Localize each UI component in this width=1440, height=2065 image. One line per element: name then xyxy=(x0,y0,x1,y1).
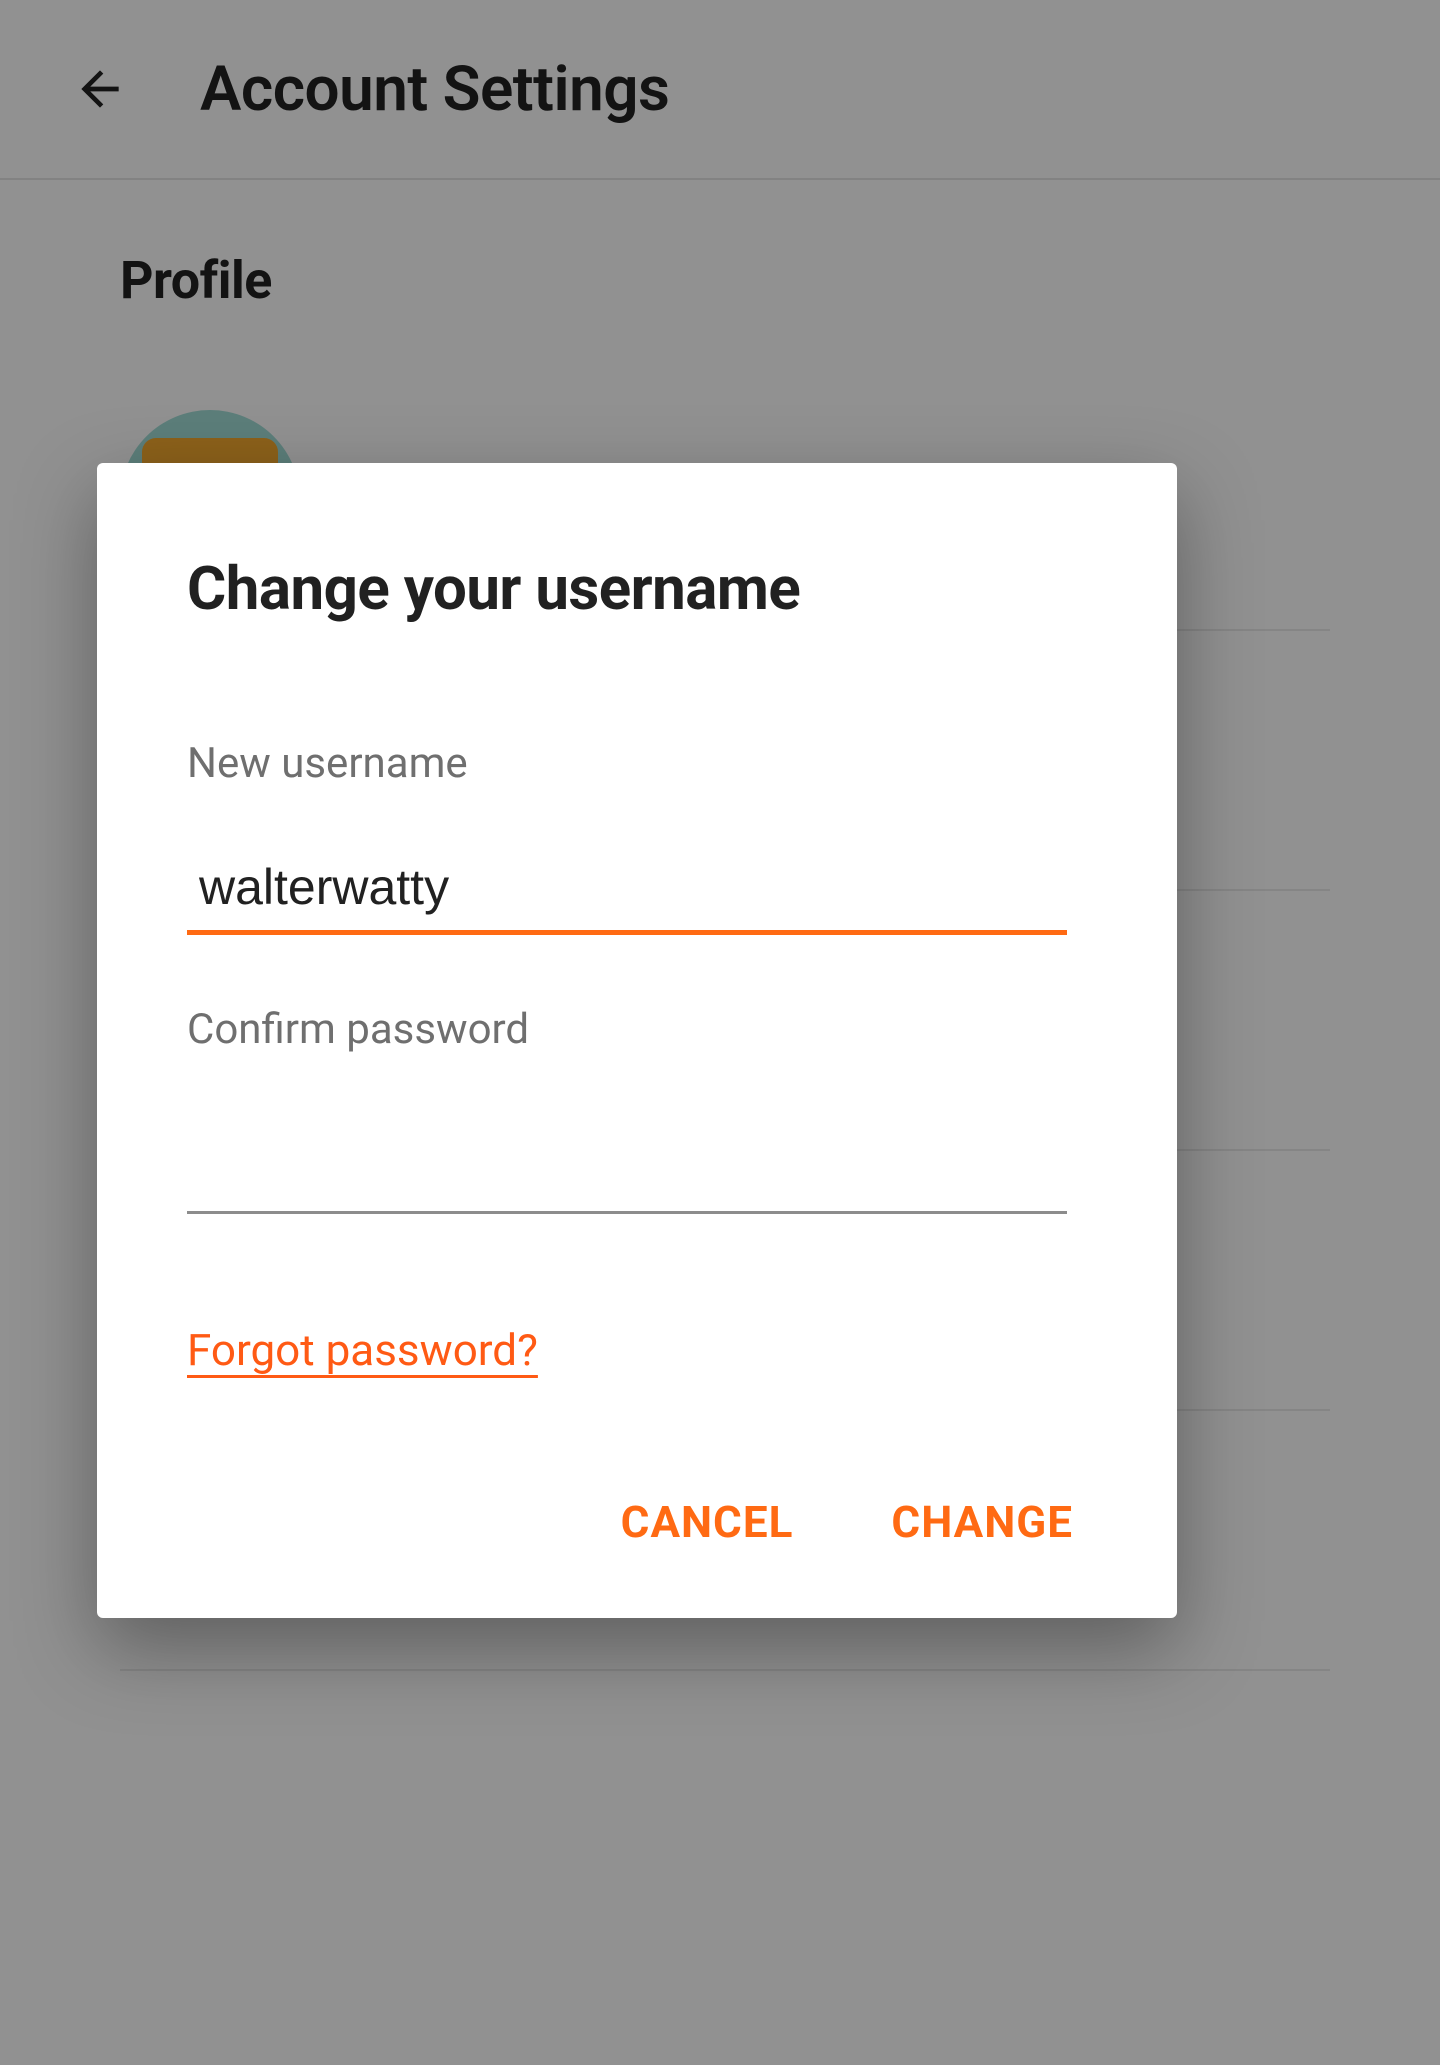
cancel-button[interactable]: CANCEL xyxy=(617,1486,798,1558)
forgot-password-link[interactable]: Forgot password? xyxy=(187,1324,538,1376)
change-username-dialog: Change your username New username Confir… xyxy=(97,463,1177,1618)
confirm-password-label: Confirm password xyxy=(187,1005,1087,1054)
confirm-password-input[interactable] xyxy=(187,1114,1067,1214)
new-username-label: New username xyxy=(187,739,1087,788)
dialog-title: Change your username xyxy=(187,553,1087,624)
dialog-actions: CANCEL CHANGE xyxy=(187,1486,1087,1558)
change-button[interactable]: CHANGE xyxy=(887,1486,1077,1558)
new-username-input[interactable] xyxy=(187,848,1067,935)
